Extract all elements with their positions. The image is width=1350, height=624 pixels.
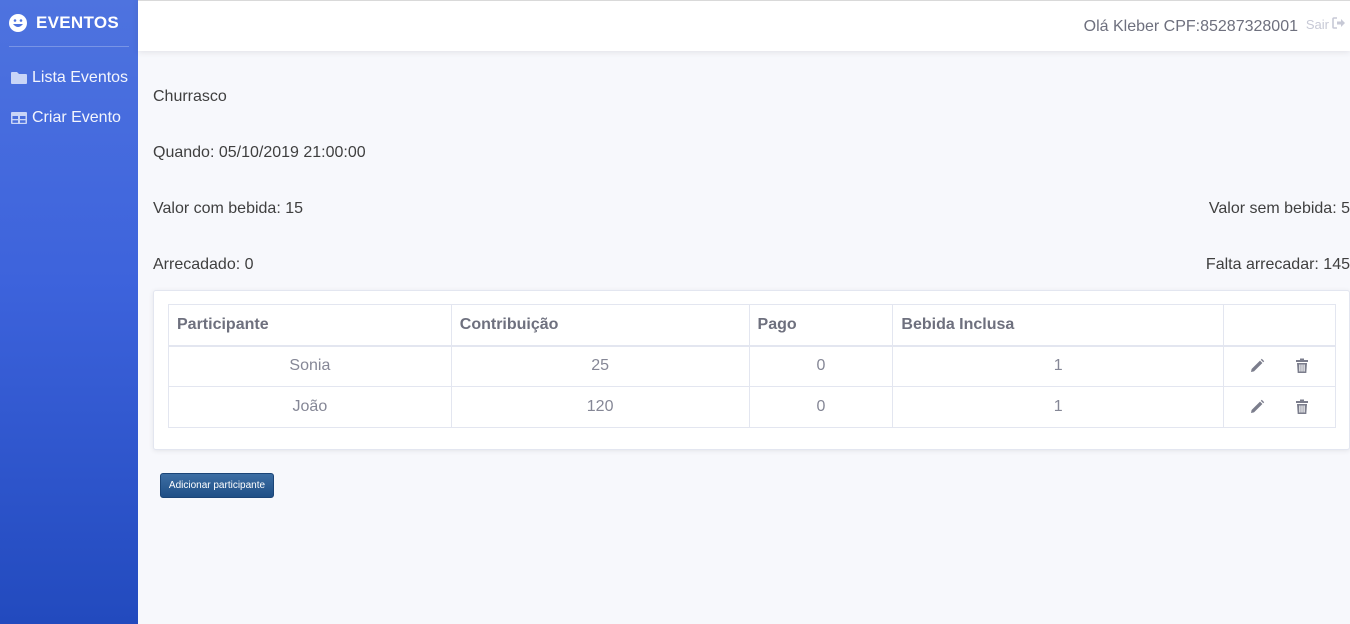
- brand-title: EVENTOS: [36, 13, 120, 32]
- table-header-row: Participante Contribuição Pago Bebida In…: [168, 304, 1336, 347]
- folder-icon: [9, 70, 28, 86]
- event-name: Churrasco: [153, 88, 227, 105]
- sign-out-icon: [1332, 17, 1346, 32]
- value-with-drink: Valor com bebida: 15: [153, 200, 304, 217]
- table-row: Sonia 25 0 1: [168, 345, 1336, 387]
- cell-actions: [1223, 386, 1336, 428]
- edit-pencil-icon[interactable]: [1249, 358, 1265, 374]
- column-header-participante: Participante: [168, 304, 452, 347]
- cell-bebida-inclusa: 1: [892, 386, 1225, 428]
- cell-pago: 0: [748, 345, 894, 387]
- topbar: Olá Kleber CPF:85287328001 Sair: [138, 0, 1350, 51]
- cell-bebida-inclusa: 1: [892, 345, 1225, 387]
- cell-actions: [1223, 345, 1336, 387]
- participants-table: Participante Contribuição Pago Bebida In…: [168, 304, 1336, 428]
- laugh-icon: [8, 13, 28, 33]
- brand[interactable]: EVENTOS: [0, 0, 138, 46]
- cell-participante: Sonia: [168, 345, 452, 387]
- logout-link[interactable]: Sair: [1306, 17, 1346, 32]
- sidebar-item-criar-evento[interactable]: Criar Evento: [0, 107, 138, 129]
- column-header-pago: Pago: [748, 304, 894, 347]
- edit-pencil-icon[interactable]: [1249, 399, 1265, 415]
- trash-icon[interactable]: [1295, 358, 1311, 374]
- table-icon: [9, 110, 28, 126]
- cell-participante: João: [168, 386, 452, 428]
- sidebar-item-lista-eventos[interactable]: Lista Eventos: [0, 67, 138, 89]
- column-header-contribuicao: Contribuição: [450, 304, 750, 347]
- participants-card: Participante Contribuição Pago Bebida In…: [153, 290, 1350, 450]
- cell-contribuicao: 25: [450, 345, 750, 387]
- user-greeting: Olá Kleber CPF:85287328001: [1083, 18, 1298, 35]
- amount-remaining: Falta arrecadar: 145: [1205, 256, 1350, 273]
- table-row: João 120 0 1: [168, 386, 1336, 428]
- sidebar-item-label: Criar Evento: [32, 109, 121, 126]
- sidebar-divider: [9, 46, 129, 47]
- sidebar-item-label: Lista Eventos: [32, 69, 129, 86]
- amount-collected: Arrecadado: 0: [153, 256, 254, 273]
- add-participant-button[interactable]: Adicionar participante: [160, 473, 274, 498]
- event-date: Quando: 05/10/2019 21:00:00: [153, 144, 366, 161]
- logout-label: Sair: [1305, 17, 1329, 32]
- trash-icon[interactable]: [1295, 399, 1311, 415]
- column-header-actions: [1223, 304, 1336, 347]
- cell-contribuicao: 120: [450, 386, 750, 428]
- column-header-bebida-inclusa: Bebida Inclusa: [892, 304, 1225, 347]
- cell-pago: 0: [748, 386, 894, 428]
- value-without-drink: Valor sem bebida: 5: [1208, 200, 1350, 217]
- sidebar: EVENTOS Lista Eventos Criar Evento: [0, 0, 138, 624]
